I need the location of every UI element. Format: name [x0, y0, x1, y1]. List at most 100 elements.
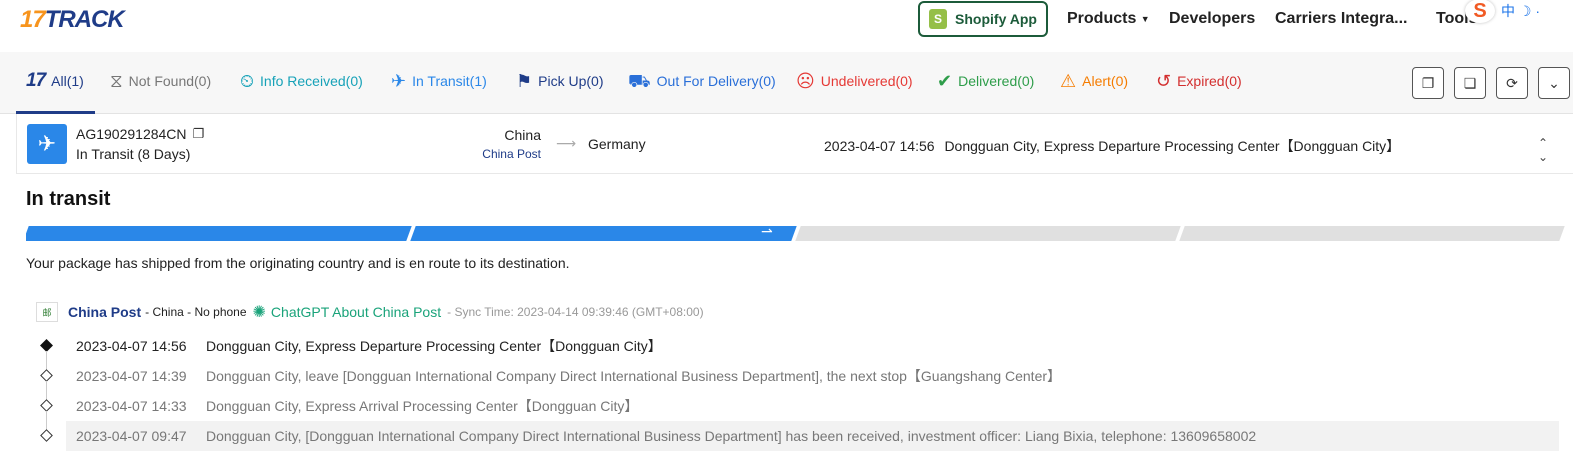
origin-country: China [504, 127, 541, 143]
hourglass-icon: ⧖ [110, 71, 123, 91]
timeline-dot-icon [40, 429, 53, 442]
timeline-dot-icon [40, 369, 53, 382]
tab-info-received[interactable]: ⏲ Info Received(0) [240, 72, 363, 90]
copy-icon[interactable]: ❐ [193, 126, 205, 142]
tab-pick-up-label: Pick Up(0) [538, 73, 604, 89]
tab-pick-up[interactable]: ⚑ Pick Up(0) [516, 72, 604, 90]
flag-icon: ⚑ [516, 71, 533, 91]
event-time: 2023-04-07 09:47 [76, 428, 187, 444]
shopify-app-button[interactable]: S Shopify App [918, 1, 1048, 37]
progress-bar: ⇀ [16, 223, 1565, 241]
tab-delivered-label: Delivered(0) [958, 73, 1035, 89]
tracking-number-text: AG190291284CN [76, 126, 187, 142]
event-row: 2023-04-07 09:47 Dongguan City, [Donggua… [36, 421, 1559, 451]
china-post-logo: 邮 [36, 302, 58, 322]
history-icon: ↺ [1156, 71, 1172, 91]
copy-all-button[interactable]: ❏ [1454, 67, 1486, 99]
event-row: 2023-04-07 14:56 Dongguan City, Express … [36, 331, 1559, 371]
caret-down-icon: ▼ [1140, 13, 1150, 24]
collapse-icon: ⌄ [1548, 74, 1560, 91]
warning-icon: ⚠ [1060, 71, 1077, 91]
carrier-name[interactable]: China Post [68, 304, 141, 320]
sogou-ime-icon[interactable]: S [1465, 0, 1495, 23]
event-text: Dongguan City, Express Departure Process… [206, 338, 662, 354]
latest-event: 2023-04-07 14:56 Dongguan City, Express … [824, 136, 1400, 156]
tracking-events: 2023-04-07 14:56 Dongguan City, Express … [36, 331, 1559, 451]
event-row: 2023-04-07 14:33 Dongguan City, Express … [36, 391, 1559, 431]
tab-not-found-label: Not Found(0) [128, 73, 212, 89]
tab-alert-label: Alert(0) [1082, 73, 1129, 89]
refresh-button[interactable]: ⟳ [1496, 67, 1528, 99]
top-header: 17TRACK S Shopify App Products ▼ Develop… [0, 0, 1573, 52]
tab-expired-label: Expired(0) [1177, 73, 1242, 89]
tab-delivered[interactable]: ✔ Delivered(0) [937, 72, 1034, 90]
carrier-meta: - China - No phone [145, 305, 247, 319]
shopify-app-label: Shopify App [955, 11, 1037, 27]
sad-face-icon: ☹ [796, 71, 815, 91]
tracking-number: AG190291284CN ❐ [76, 126, 204, 142]
nav-developers[interactable]: Developers [1169, 10, 1255, 28]
ime-status[interactable]: 中 ☽ · [1501, 1, 1540, 21]
event-time: 2023-04-07 14:33 [76, 398, 187, 414]
event-text: Dongguan City, [Dongguan International C… [206, 428, 1257, 444]
tab-in-transit[interactable]: ✈ In Transit(1) [391, 72, 487, 90]
arrow-right-icon: ⟶ [556, 135, 577, 151]
tab-out-for-delivery[interactable]: ⛟ Out For Delivery(0) [628, 72, 776, 90]
tab-alert[interactable]: ⚠ Alert(0) [1060, 72, 1128, 90]
latest-event-text: Dongguan City, Express Departure Process… [944, 138, 1401, 154]
chatgpt-link[interactable]: ChatGPT About China Post [271, 304, 441, 320]
progress-arrow-icon: ⇀ [761, 223, 773, 239]
nav-products[interactable]: Products ▼ [1067, 10, 1150, 28]
copy-icon: ❐ [1421, 74, 1435, 91]
shopify-icon: S [929, 9, 948, 29]
event-text: Dongguan City, leave [Dongguan Internati… [206, 368, 1062, 384]
event-time: 2023-04-07 14:39 [76, 368, 187, 384]
tab-undelivered-label: Undelivered(0) [820, 73, 913, 89]
progress-segment-1 [23, 226, 412, 241]
all-17-icon: 17 [26, 70, 46, 91]
collapse-all-button[interactable]: ⌄ [1538, 67, 1570, 99]
status-description: Your package has shipped from the origin… [26, 255, 570, 271]
nav-carriers[interactable]: Carriers Integra... [1275, 10, 1408, 28]
tab-all[interactable]: 17 All(1) [26, 70, 84, 91]
airplane-icon: ✈ [27, 124, 67, 164]
copy-button[interactable]: ❐ [1412, 67, 1444, 99]
origin-carrier[interactable]: China Post [482, 147, 541, 161]
progress-start-mask [16, 226, 26, 241]
delivery-cart-icon: ⛟ [628, 71, 651, 91]
tab-all-label: All(1) [51, 73, 84, 89]
carrier-info: 邮 China Post - China - No phone ✺ ChatGP… [36, 302, 704, 322]
collapse-arrows-icon[interactable]: ⌃ ⌄ [1538, 136, 1548, 164]
tab-not-found[interactable]: ⧖ Not Found(0) [110, 72, 211, 90]
check-icon: ✔ [937, 71, 953, 91]
detail-title: In transit [26, 188, 111, 210]
progress-segment-2 [410, 226, 797, 241]
logo-number: 17 [20, 6, 46, 33]
chatgpt-icon: ✺ [252, 304, 266, 321]
tab-undelivered[interactable]: ☹ Undelivered(0) [796, 72, 913, 90]
tab-info-received-label: Info Received(0) [260, 73, 363, 89]
progress-segment-3 [795, 226, 1181, 241]
event-row: 2023-04-07 14:39 Dongguan City, leave [D… [36, 361, 1559, 401]
sync-time: - Sync Time: 2023-04-14 09:39:46 (GMT+08… [447, 305, 704, 319]
logo[interactable]: 17TRACK [20, 6, 125, 34]
tab-out-for-delivery-label: Out For Delivery(0) [656, 73, 776, 89]
latest-event-time: 2023-04-07 14:56 [824, 138, 935, 154]
shipment-summary[interactable]: ✈ AG190291284CN ❐ In Transit (8 Days) Ch… [16, 114, 1573, 174]
airplane-icon: ✈ [391, 71, 407, 91]
event-text: Dongguan City, Express Arrival Processin… [206, 398, 639, 414]
ime-toolbar[interactable]: S 中 ☽ · [1465, 0, 1573, 24]
copy-list-icon: ❏ [1463, 74, 1477, 91]
logo-text: TRACK [44, 6, 125, 33]
info-received-icon: ⏲ [240, 71, 255, 91]
timeline-dot-icon [40, 399, 53, 412]
refresh-icon: ⟳ [1506, 74, 1518, 91]
timeline-dot-icon [40, 339, 53, 352]
shipment-status: In Transit (8 Days) [76, 146, 191, 162]
tab-expired[interactable]: ↺ Expired(0) [1156, 72, 1242, 90]
event-time: 2023-04-07 14:56 [76, 338, 187, 354]
status-tabs: 17 All(1) ⧖ Not Found(0) ⏲ Info Received… [0, 52, 1573, 114]
destination-country: Germany [588, 136, 646, 152]
progress-segment-4 [1179, 226, 1565, 241]
tab-in-transit-label: In Transit(1) [412, 73, 487, 89]
